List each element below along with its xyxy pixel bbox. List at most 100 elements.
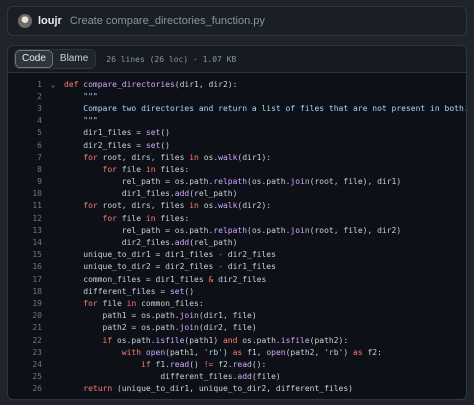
tab-blame[interactable]: Blame bbox=[52, 50, 96, 68]
line-number[interactable]: 4 bbox=[8, 116, 42, 125]
code-token: walk bbox=[218, 152, 238, 162]
code-text: Compare two directories and return a lis… bbox=[64, 104, 466, 113]
line-number[interactable]: 24 bbox=[8, 360, 42, 369]
code-token: (): bbox=[251, 359, 267, 369]
code-token: common_files = dir1_files bbox=[64, 274, 209, 284]
code-token: root, dirs, files bbox=[102, 152, 190, 162]
line-number[interactable]: 7 bbox=[8, 153, 42, 162]
code-token: isfile bbox=[155, 335, 185, 345]
code-token: file bbox=[121, 164, 146, 174]
line-number[interactable]: 1 bbox=[8, 80, 42, 89]
line-number[interactable]: 17 bbox=[8, 275, 42, 284]
code-token: in bbox=[145, 213, 161, 223]
code-text: if os.path.isfile(path1) and os.path.isf… bbox=[64, 335, 349, 345]
line-number[interactable]: 26 bbox=[8, 384, 42, 393]
commit-author[interactable]: loujr bbox=[38, 15, 62, 27]
line-number[interactable]: 12 bbox=[8, 214, 42, 223]
line-number[interactable]: 23 bbox=[8, 348, 42, 357]
avatar[interactable] bbox=[18, 14, 32, 28]
file-info: 26 lines (26 loc) · 1.07 KB bbox=[106, 54, 237, 64]
line-number[interactable]: 21 bbox=[8, 323, 42, 332]
file-header: Code Blame 26 lines (26 loc) · 1.07 KB bbox=[8, 46, 466, 73]
code-token: with bbox=[64, 347, 146, 357]
code-text: dir1_files.add(rel_path) bbox=[64, 189, 238, 199]
code-area[interactable]: 1 ⌄ def compare_directories(dir1, dir2): 2 … bbox=[8, 73, 466, 395]
code-token: f1. bbox=[155, 359, 170, 369]
code-token: add bbox=[237, 372, 252, 382]
code-token: """ bbox=[64, 91, 98, 101]
code-token: () bbox=[189, 359, 204, 369]
code-token: (dir1, file) bbox=[198, 311, 257, 321]
code-token: add bbox=[174, 189, 190, 199]
code-text: different_files = set() bbox=[64, 287, 194, 296]
code-token: ) bbox=[222, 347, 233, 357]
code-text: different_files.add(file) bbox=[64, 372, 280, 382]
code-token: path1 = os.path. bbox=[64, 311, 180, 321]
line-number[interactable]: 14 bbox=[8, 238, 42, 247]
code-token: os. bbox=[203, 152, 219, 162]
line-number[interactable]: 11 bbox=[8, 201, 42, 210]
code-line: 20 path1 = os.path.join(dir1, file) bbox=[8, 310, 466, 322]
code-token: (root, file), dir2) bbox=[309, 225, 402, 235]
code-text: """ bbox=[64, 116, 98, 126]
code-token: different_files = bbox=[64, 286, 170, 296]
line-number[interactable]: 16 bbox=[8, 262, 42, 271]
code-token: set bbox=[169, 286, 185, 296]
line-number[interactable]: 13 bbox=[8, 226, 42, 235]
code-token: def bbox=[64, 79, 84, 89]
line-number[interactable]: 2 bbox=[8, 92, 42, 101]
code-line: 13 rel_path = os.path.relpath(os.path.jo… bbox=[8, 224, 466, 236]
code-token: dir1_files = bbox=[64, 128, 146, 138]
code-token: join bbox=[179, 323, 199, 333]
line-number[interactable]: 3 bbox=[8, 104, 42, 113]
line-number[interactable]: 10 bbox=[8, 189, 42, 198]
code-token: for bbox=[64, 201, 103, 211]
code-line: 4 """ bbox=[8, 115, 466, 127]
code-line: 10 dir1_files.add(rel_path) bbox=[8, 188, 466, 200]
code-line: 18 different_files = set() bbox=[8, 285, 466, 297]
line-number[interactable]: 8 bbox=[8, 165, 42, 174]
code-token: for bbox=[64, 152, 103, 162]
line-number[interactable]: 25 bbox=[8, 372, 42, 381]
line-number[interactable]: 18 bbox=[8, 287, 42, 296]
code-token: dir2_files = bbox=[64, 140, 146, 150]
code-token: files: bbox=[160, 164, 190, 174]
code-token: open bbox=[145, 347, 166, 357]
code-text: for file in common_files: bbox=[64, 298, 204, 308]
code-token: relpath bbox=[213, 225, 248, 235]
code-token: for bbox=[64, 213, 122, 223]
line-number[interactable]: 20 bbox=[8, 311, 42, 320]
code-text: rel_path = os.path.relpath(os.path.join(… bbox=[64, 177, 401, 186]
code-token: (rel_path) bbox=[189, 238, 238, 248]
code-token: common_files: bbox=[141, 298, 204, 308]
chevron-down-icon[interactable]: ⌄ bbox=[42, 80, 64, 89]
code-line: 3 Compare two directories and return a l… bbox=[8, 102, 466, 114]
commit-message[interactable]: Create compare_directories_function.py bbox=[70, 15, 265, 27]
code-text: dir1_files = set() bbox=[64, 128, 170, 137]
code-token: join bbox=[290, 225, 310, 235]
code-token: add bbox=[174, 238, 190, 248]
line-number[interactable]: 5 bbox=[8, 128, 42, 137]
code-text: unique_to_dir1 = dir1_files - dir2_files bbox=[64, 250, 276, 259]
code-token: walk bbox=[218, 201, 238, 211]
code-token: dir2_files bbox=[227, 250, 276, 260]
code-token: unique_to_dir1 = dir1_files bbox=[64, 250, 219, 260]
code-token: open bbox=[266, 347, 286, 357]
code-token: in bbox=[189, 152, 204, 162]
code-token: ) bbox=[343, 347, 354, 357]
code-token: (unique_to_dir1, unique_to_dir2, differe… bbox=[116, 384, 353, 394]
tab-code[interactable]: Code bbox=[15, 50, 53, 68]
code-line: 1 ⌄ def compare_directories(dir1, dir2): bbox=[8, 78, 466, 90]
line-number[interactable]: 22 bbox=[8, 336, 42, 345]
line-number[interactable]: 15 bbox=[8, 250, 42, 259]
line-number[interactable]: 19 bbox=[8, 299, 42, 308]
code-token: dir2_files bbox=[218, 274, 267, 284]
line-number[interactable]: 6 bbox=[8, 141, 42, 150]
code-line: 16 unique_to_dir2 = dir2_files - dir1_fi… bbox=[8, 261, 466, 273]
code-token: () bbox=[160, 140, 170, 150]
code-token: """ bbox=[64, 116, 98, 126]
code-token: (dir2): bbox=[237, 201, 272, 211]
code-token: and bbox=[222, 335, 243, 345]
line-number[interactable]: 9 bbox=[8, 177, 42, 186]
code-token: path2 = os.path. bbox=[64, 323, 180, 333]
